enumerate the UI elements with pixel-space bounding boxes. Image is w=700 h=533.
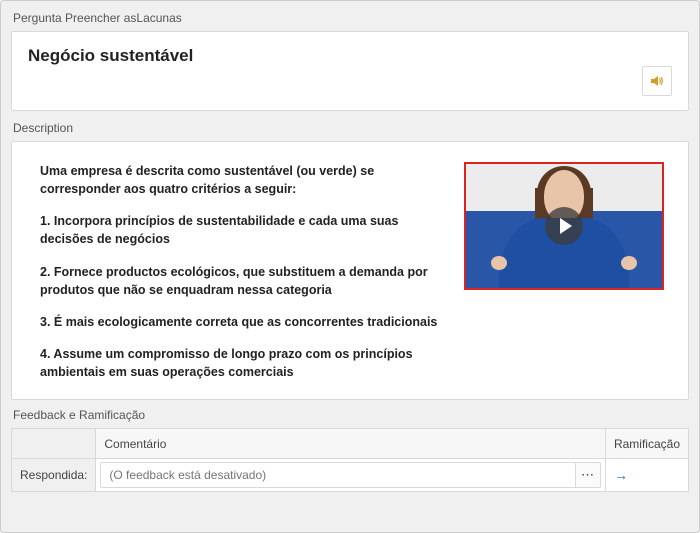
- desc-paragraph: 1. Incorpora princípios de sustentabilid…: [40, 212, 440, 248]
- row-label-answered: Respondida:: [12, 459, 96, 492]
- more-button[interactable]: ⋯: [575, 462, 601, 488]
- desc-paragraph: Uma empresa é descrita como sustentável …: [40, 162, 440, 198]
- title-card: Negócio sustentável: [11, 31, 689, 111]
- question-type-label: Pergunta Preencher asLacunas: [13, 11, 689, 25]
- play-icon: [545, 207, 583, 245]
- desc-paragraph: 4. Assume um compromisso de longo prazo …: [40, 345, 440, 381]
- speaker-icon: [649, 73, 665, 89]
- feedback-label: Feedback e Ramificação: [13, 408, 689, 422]
- description-card: Uma empresa é descrita como sustentável …: [11, 141, 689, 400]
- table-row: Respondida: ⋯ →: [12, 459, 689, 492]
- description-text: Uma empresa é descrita como sustentável …: [40, 162, 440, 381]
- col-blank: [12, 429, 96, 459]
- desc-paragraph: 3. É mais ecologicamente correta que as …: [40, 313, 440, 331]
- question-title: Negócio sustentável: [28, 46, 193, 66]
- comment-cell: ⋯: [96, 459, 606, 492]
- video-thumbnail[interactable]: [464, 162, 664, 290]
- description-label: Description: [13, 121, 689, 135]
- ramification-cell: →: [605, 459, 688, 492]
- col-comment: Comentário: [96, 429, 606, 459]
- feedback-section: Feedback e Ramificação Comentário Ramifi…: [11, 408, 689, 492]
- feedback-input[interactable]: [100, 462, 575, 488]
- ramification-arrow-icon[interactable]: →: [614, 467, 628, 483]
- audio-button[interactable]: [642, 66, 672, 96]
- desc-paragraph: 2. Fornece productos ecológicos, que sub…: [40, 263, 440, 299]
- table-header-row: Comentário Ramificação: [12, 429, 689, 459]
- col-ramification: Ramificação: [605, 429, 688, 459]
- question-panel: Pergunta Preencher asLacunas Negócio sus…: [0, 0, 700, 533]
- feedback-table: Comentário Ramificação Respondida: ⋯ →: [11, 428, 689, 492]
